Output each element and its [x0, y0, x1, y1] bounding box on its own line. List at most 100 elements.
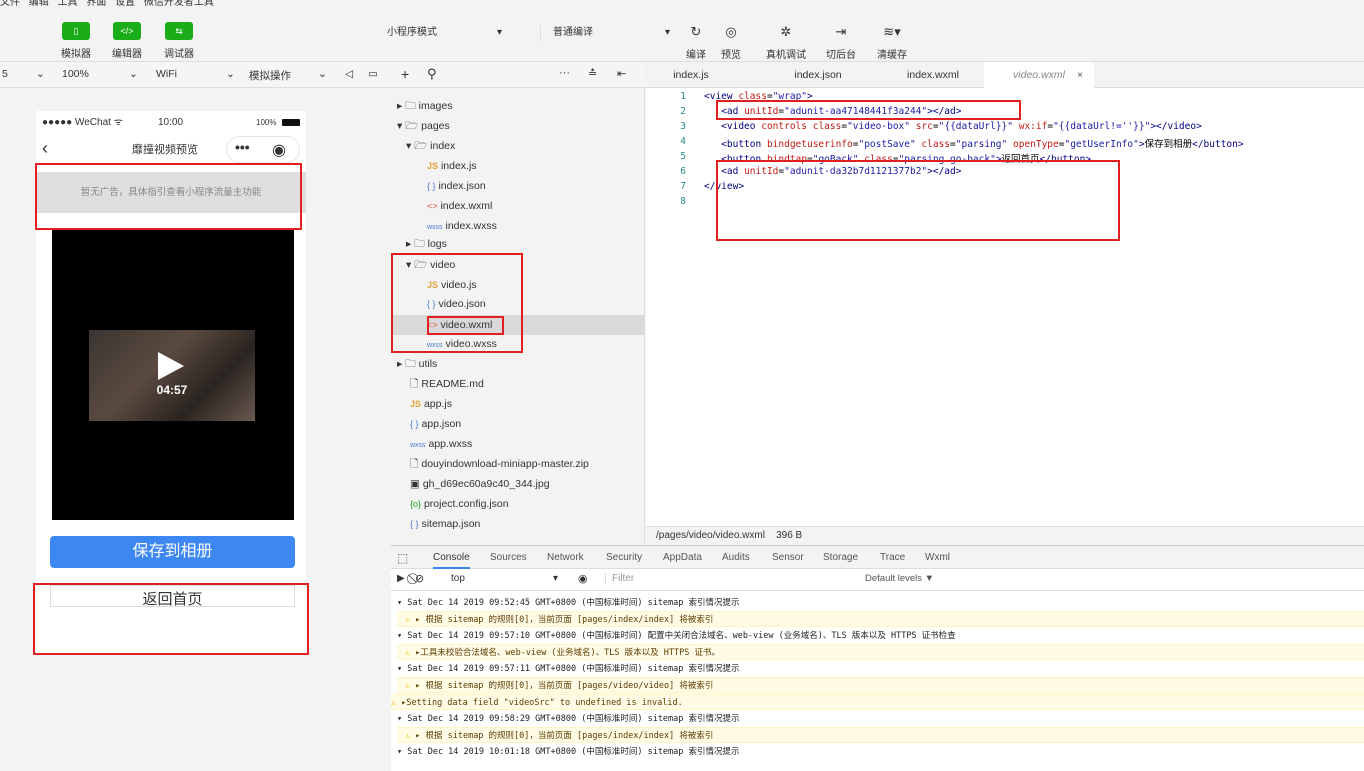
simulator-toggle-button[interactable]: ▯ — [62, 22, 90, 40]
editor-toggle-button[interactable]: </> — [113, 22, 141, 40]
sort-icon[interactable]: ≛ — [588, 67, 597, 80]
console-row-warning: ⚠ ▸Setting data field "videoSrc" to unde… — [391, 694, 1364, 710]
tree-file-readme[interactable]: 🗋 README.md — [410, 374, 484, 394]
tab-audits[interactable]: Audits — [722, 546, 750, 570]
menu-tools[interactable]: 工具 — [58, 0, 78, 8]
tab-index-wxml[interactable]: index.wxml — [878, 62, 988, 88]
tab-console[interactable]: Console — [433, 546, 470, 569]
menu-file[interactable]: 文件 — [0, 0, 20, 8]
window-icon[interactable]: ▭ — [368, 68, 378, 80]
refresh-icon[interactable]: ↻ — [684, 24, 708, 40]
tab-index-json[interactable]: index.json — [758, 62, 878, 88]
highlight-box-video-wxml — [427, 316, 504, 335]
back-arrow-icon[interactable]: ‹ — [42, 138, 48, 159]
eye-icon[interactable]: ◎ — [719, 24, 743, 40]
debugger-toggle-button[interactable]: ⇆ — [165, 22, 193, 40]
volume-icon[interactable]: ◁ — [345, 68, 353, 80]
tree-file-sitemap[interactable]: { } sitemap.json — [410, 514, 480, 534]
preview-label: 预览 — [721, 50, 741, 61]
tree-file-zip[interactable]: 🗋 douyindownload-miniapp-master.zip — [410, 454, 589, 474]
tree-file-app-json[interactable]: { } app.json — [410, 414, 461, 434]
tree-file-index-wxss[interactable]: wxss index.wxss — [427, 216, 497, 236]
tab-trace[interactable]: Trace — [880, 546, 905, 570]
tree-folder-utils[interactable]: ▸ 🗀 utils — [397, 354, 437, 374]
json-file-icon: { } — [427, 181, 436, 191]
remote-debug-label: 真机调试 — [766, 50, 806, 61]
tab-security[interactable]: Security — [606, 546, 642, 570]
filter-input[interactable]: Filter — [605, 573, 855, 584]
tab-appdata[interactable]: AppData — [663, 546, 702, 570]
video-duration: 04:57 — [156, 383, 188, 397]
switch-icon[interactable]: ⇥ — [829, 24, 853, 40]
json-file-icon: { } — [410, 519, 419, 529]
folder-open-icon: 🗁 — [414, 140, 428, 152]
collapse-icon[interactable]: ⇤ — [617, 67, 626, 80]
wxss-file-icon: wxss — [410, 442, 426, 449]
levels-select[interactable]: Default levels ▼ — [865, 573, 934, 584]
clear-console-icon[interactable]: ⃠⊘ — [415, 572, 424, 586]
console-row-warning: ⚠ ▸ 根据 sitemap 的规则[0]，当前页面 [pages/index/… — [397, 611, 1364, 627]
network-select[interactable]: WiFi — [156, 68, 177, 80]
close-circle-icon[interactable]: ◉ — [272, 140, 286, 160]
file-tree-toolbar: + ⚲ ··· ≛ ⇤ — [391, 62, 645, 88]
compile-select[interactable]: 普通编译 ▾ — [540, 25, 670, 41]
tab-network[interactable]: Network — [547, 546, 584, 570]
chevron-down-icon: ⌄ — [318, 68, 327, 80]
tree-file-jpg[interactable]: ▣ gh_d69ec60a9c40_344.jpg — [410, 474, 550, 494]
tab-sensor[interactable]: Sensor — [772, 546, 804, 570]
eye-icon[interactable]: ◉ — [578, 572, 588, 585]
layers-icon[interactable]: ≋▾ — [880, 24, 904, 40]
tab-video-wxml[interactable]: video.wxml × — [984, 62, 1094, 88]
chevron-down-icon: ⌄ — [129, 68, 138, 80]
capsule-menu[interactable]: ••• ◉ — [226, 136, 300, 163]
phone-icon: ▯ — [73, 26, 79, 36]
tree-folder-index[interactable]: ▾ 🗁 index — [406, 136, 455, 156]
more-icon[interactable]: ••• — [235, 139, 250, 155]
save-to-album-button[interactable]: 保存到相册 — [50, 536, 295, 568]
chevron-down-icon: ⌄ — [226, 68, 235, 80]
device-select[interactable]: 5 — [2, 68, 8, 80]
operation-select[interactable]: 模拟操作 — [249, 68, 291, 83]
tree-file-index-wxml[interactable]: <> index.wxml — [427, 196, 492, 216]
tree-folder-pages[interactable]: ▾ 🗁 pages — [397, 116, 450, 136]
menu-view[interactable]: 界面 — [86, 0, 106, 8]
tree-folder-images[interactable]: ▸ 🗀 images — [397, 96, 452, 116]
menu-settings[interactable]: 设置 — [115, 0, 135, 8]
wxml-file-icon: <> — [427, 201, 438, 211]
sidebar-toggle-icon[interactable]: ▶ — [397, 573, 405, 584]
code-line-4: <button bindgetuserinfo="postSave" class… — [721, 139, 1244, 150]
menu-devtools[interactable]: 微信开发者工具 — [144, 0, 214, 8]
tab-wxml[interactable]: Wxml — [925, 546, 950, 570]
tab-sources[interactable]: Sources — [490, 546, 527, 570]
zoom-select[interactable]: 100% — [62, 68, 89, 80]
tab-index-js[interactable]: index.js — [646, 62, 736, 88]
line-number: 1 — [680, 91, 686, 102]
context-select[interactable]: top ▾ — [451, 573, 561, 584]
tree-folder-logs[interactable]: ▸ 🗀 logs — [406, 234, 447, 254]
tree-file-index-js[interactable]: JS index.js — [427, 156, 477, 176]
menu-edit[interactable]: 编辑 — [29, 0, 49, 8]
wxss-file-icon: wxss — [427, 224, 443, 231]
folder-icon: 🗀 — [405, 100, 416, 112]
more-icon[interactable]: ··· — [559, 67, 570, 79]
bug-icon[interactable]: ✲ — [774, 24, 798, 40]
phone-nav-bar: ‹ 靡撞视频预览 ••• ◉ — [36, 135, 306, 165]
battery-icon — [282, 119, 300, 126]
play-icon[interactable] — [158, 352, 184, 380]
close-icon[interactable]: × — [1077, 62, 1083, 88]
add-icon[interactable]: + — [401, 66, 409, 82]
tree-file-project-config[interactable]: {o} project.config.json — [410, 494, 509, 514]
debug-icon: ⇆ — [175, 26, 183, 36]
tree-file-index-json[interactable]: { } index.json — [427, 176, 486, 196]
inspect-icon[interactable]: ⬚ — [397, 546, 408, 570]
line-number: 7 — [680, 181, 686, 192]
js-file-icon: JS — [410, 399, 422, 409]
console-row: ▾ Sat Dec 14 2019 09:57:10 GMT+0800 (中国标… — [397, 631, 956, 641]
console-row: ▾ Sat Dec 14 2019 09:57:11 GMT+0800 (中国标… — [397, 664, 740, 674]
mode-select[interactable]: 小程序模式 ▾ — [387, 25, 517, 41]
tab-storage[interactable]: Storage — [823, 546, 858, 570]
js-file-icon: JS — [427, 161, 439, 171]
tree-file-app-js[interactable]: JS app.js — [410, 394, 452, 414]
search-icon[interactable]: ⚲ — [427, 66, 437, 82]
tree-file-app-wxss[interactable]: wxss app.wxss — [410, 434, 472, 454]
